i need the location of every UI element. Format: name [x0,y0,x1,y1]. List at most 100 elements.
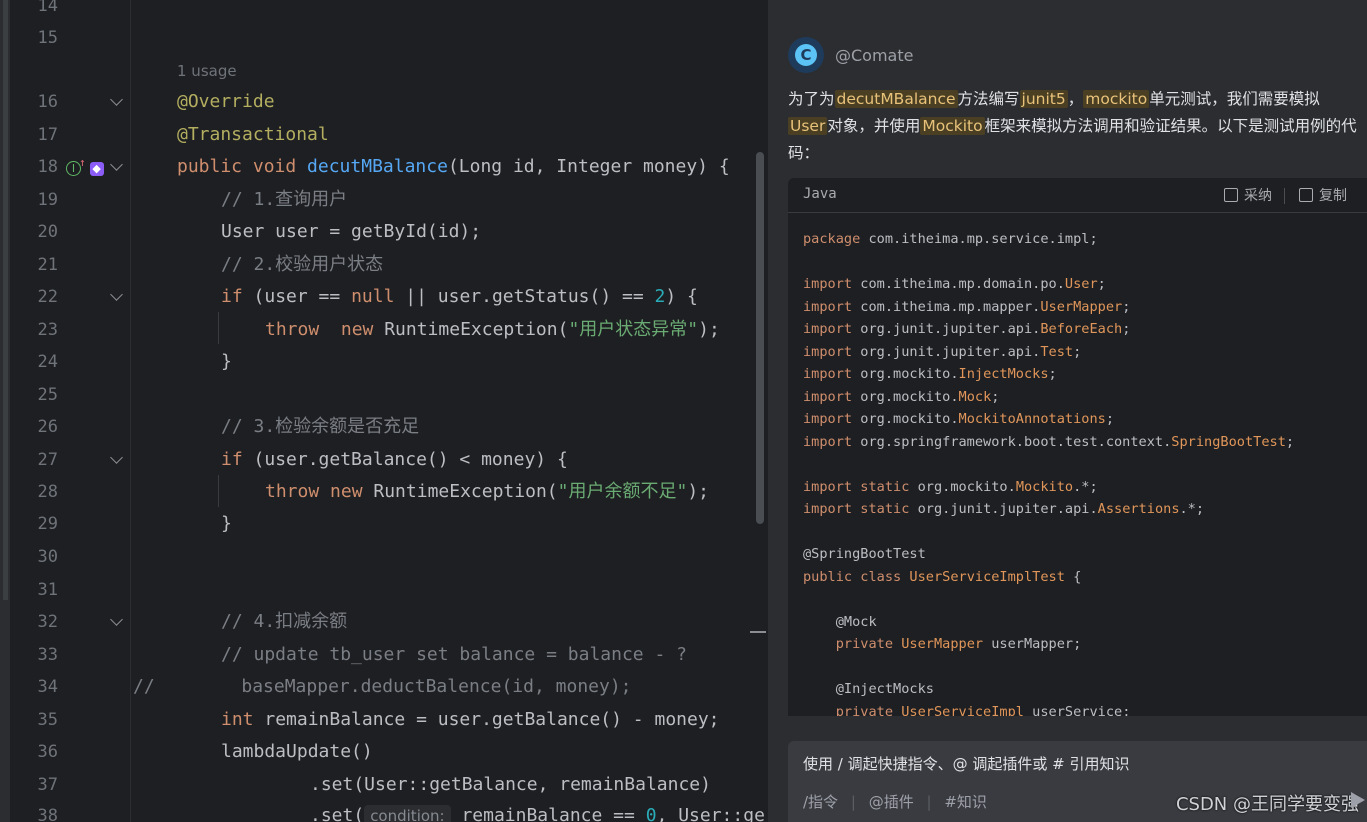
fold-chevron-icon[interactable] [110,288,123,301]
code-line-34: 34 // baseMapper.deductBalence(id, money… [0,671,768,703]
code-line-31: 31 [0,574,768,606]
class-name: Test [1040,343,1074,360]
code-block-line [803,656,1294,679]
command-shortcut-button[interactable]: /指令 [803,793,838,811]
adopt-button[interactable]: 采纳 [1224,185,1272,205]
code-line-15: 15 [0,22,768,54]
code-block-line: import org.springframework.boot.test.con… [803,431,1294,454]
line-number: 31 [37,580,58,600]
send-icon[interactable] [1351,792,1365,808]
code-block-line [803,588,1294,611]
code-block-body[interactable]: package com.itheima.mp.service.impl; impo… [803,228,1294,716]
keyword: public void [177,156,308,177]
code-block-line [803,251,1294,274]
highlighted-term: Mockito [920,117,985,135]
line-number: 34 [37,677,58,697]
code-fragment: (user == [242,286,352,307]
class-name: User [1064,276,1098,292]
fold-chevron-icon[interactable] [110,451,123,464]
code-block-line: @InjectMocks [803,678,1294,701]
plugin-shortcut-button[interactable]: @插件 [869,793,914,811]
chat-input-placeholder[interactable]: 使用 / 调起快捷指令、@ 调起插件或 # 引用知识 [803,753,1129,774]
code-comment: // 1.查询用户 [221,189,348,210]
code-fragment: userMapper; [983,636,1082,652]
code-fragment: (Long id, Integer money) { [447,156,730,177]
code-block: Java 采纳 复制 package com.itheima.mp.servic… [788,178,1367,716]
code-fragment: com.itheima.mp.service.impl; [860,231,1098,247]
knowledge-shortcut-button[interactable]: #知识 [944,793,987,811]
chat-message-area[interactable]: C @Comate 为了为 decutMBalance 方法编写 junit5， moc… [768,6,1367,716]
code-fragment: @SpringBootTest [803,546,926,562]
adopt-label: 采纳 [1244,188,1272,204]
copy-button[interactable]: 复制 [1299,185,1347,205]
divider [1284,188,1285,204]
code-comment: // 2.校验用户状态 [221,254,384,275]
keyword: import static [803,501,910,517]
code-fragment: @InjectMocks [803,681,934,697]
code-line-20: 20 User user = getById(id); [0,216,768,248]
parameter-hint: condition: [364,805,451,822]
keyword: null [351,286,395,307]
class-name: UserMapper [1040,298,1123,315]
fold-chevron-icon[interactable] [110,613,123,626]
line-number: 20 [37,222,58,242]
code-fragment: @Mock [803,613,877,630]
fold-chevron-icon[interactable] [110,93,123,106]
code-block-line: @Mock [803,611,1294,634]
class-name: InjectMocks [958,366,1049,382]
code-block-line: private UserMapper userMapper; [803,633,1294,656]
keyword: new [319,319,374,340]
line-number: 17 [37,125,58,145]
number-literal: 0 [645,805,657,822]
line-number: 33 [37,645,58,665]
code-fragment: RuntimeException( [373,319,569,340]
editor-scrollbar-thumb[interactable] [756,152,764,524]
line-number: 23 [37,320,58,340]
code-text: int remainBalance = user.getBalance() - … [221,704,720,736]
usage-hint-line[interactable]: 1 usage [0,55,768,87]
comate-plugin-icon[interactable]: ◆ [89,162,104,176]
code-block-line: import com.itheima.mp.domain.po.User; [803,273,1294,296]
class-name: MockitoAnnotations [958,411,1106,427]
method-name: decutMBalance [307,156,448,177]
keyword: throw [265,481,320,502]
keyword: package [803,231,861,247]
code-editor[interactable]: 14 15 1 usage 16 @Override 17 @Transacti… [0,0,768,822]
line-number: 28 [37,482,58,502]
message-text: 单元测试，我们需要模拟 [1149,90,1320,108]
string-literal: "用户余额不足" [557,481,688,502]
code-fragment: org.mockito. [852,411,959,427]
code-block-line: import org.mockito.InjectMocks; [803,363,1294,386]
class-name: UserServiceImplTest [909,568,1065,585]
line-number: 14 [37,0,58,16]
line-number: 29 [37,514,58,534]
highlighted-term: User [788,117,828,135]
code-comment: // baseMapper.deductBalence(id, money); [133,676,632,697]
line-number: 26 [37,417,58,437]
code-comment: // update tb_user set balance = balance … [221,644,687,665]
code-fragment: ; [1073,343,1082,360]
line-number: 19 [37,190,58,210]
comate-chat-panel: C @Comate 为了为 decutMBalance 方法编写 junit5， moc… [768,0,1367,822]
code-line-30: 30 [0,541,768,573]
keyword: int [221,709,254,730]
message-text: ， [1067,90,1084,108]
code-fragment [893,636,901,652]
class-name: UserServiceImpl [901,703,1024,717]
fold-chevron-icon[interactable] [110,158,123,171]
code-fragment: com.itheima.mp.mapper. [852,298,1041,315]
code-fragment: ); [687,481,709,502]
line-number: 21 [37,255,58,275]
code-fragment: RuntimeException( [362,481,558,502]
code-fragment: userService; [1023,703,1131,717]
usage-hint[interactable]: 1 usage [177,55,237,87]
string-literal: "用户状态异常" [568,319,699,340]
code-fragment [893,704,901,717]
code-fragment: org.junit.jupiter.api. [909,501,1098,517]
code-line-32: 32 // 4.扣减余额 [0,606,768,638]
code-line-36: 36 lambdaUpdate() [0,736,768,768]
code-block-line: package com.itheima.mp.service.impl; [803,228,1294,251]
line-number: 36 [37,742,58,762]
class-name: Mock [958,388,992,405]
keyword: private [803,703,894,717]
